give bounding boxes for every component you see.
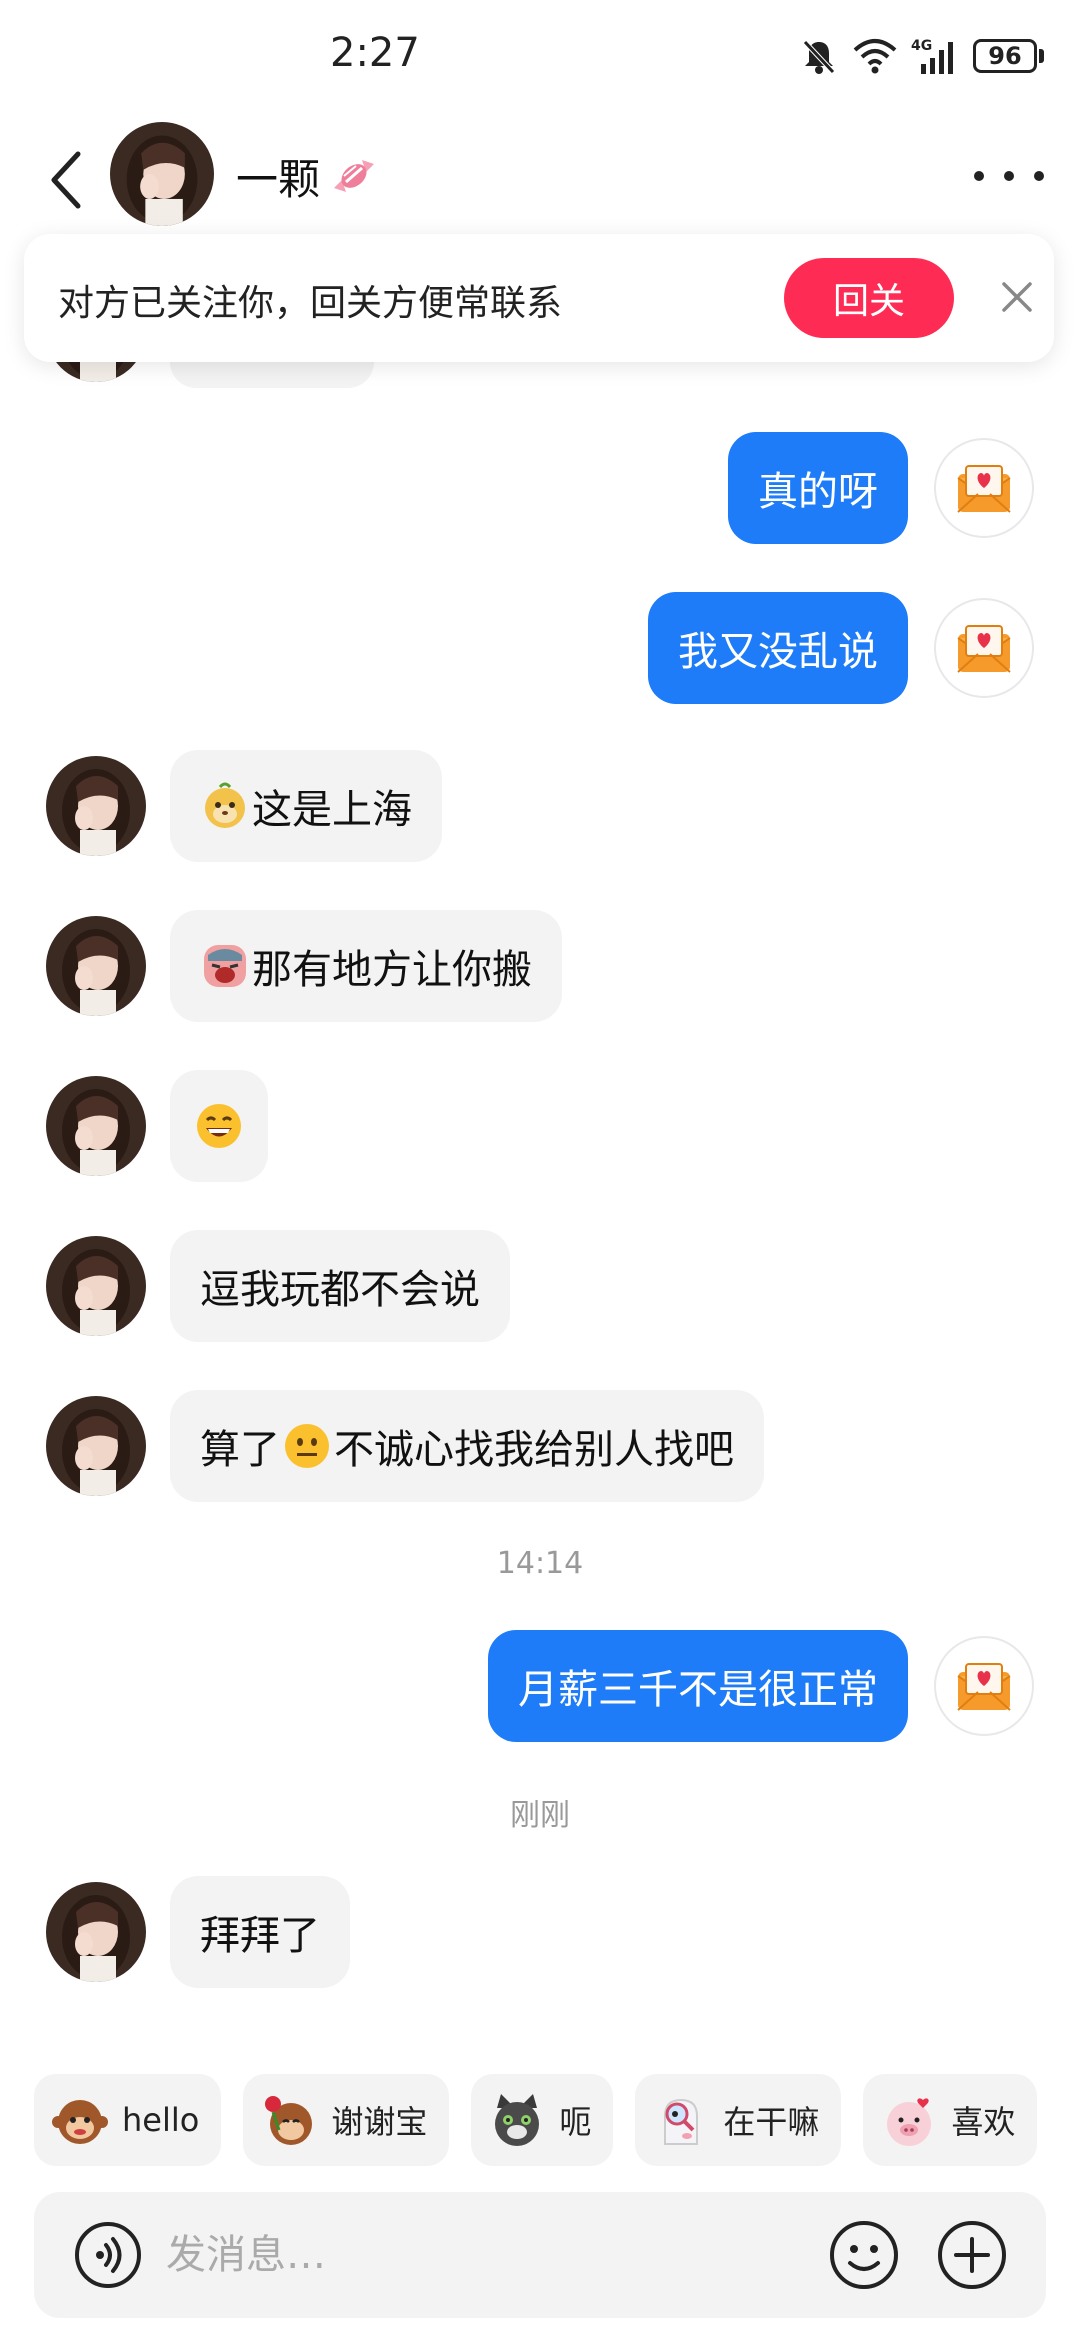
wifi-icon [853,39,897,74]
grinning-face-icon [197,1104,241,1148]
quick-reply-label: hello [122,2101,200,2139]
dot-icon [1004,171,1014,181]
chevron-left-icon [51,151,81,209]
neutral-face-icon [285,1424,329,1468]
back-button[interactable] [40,145,90,215]
quick-reply-chip[interactable]: 呃 [471,2074,614,2166]
monkey-rose-icon [265,2096,313,2145]
voice-input-icon[interactable] [74,2221,142,2289]
quick-reply-chip[interactable]: hello [34,2074,222,2166]
love-letter-icon[interactable] [934,438,1034,538]
meerkat-sticker-icon [205,782,245,828]
message-bubble-incoming[interactable]: 算了 不诚心找我给别人找吧 [170,1390,764,1502]
message-text: 不诚心找我给别人找吧 [334,1427,734,1473]
chat-header: 一颗 [0,110,1080,240]
mute-bell-icon [803,40,835,74]
emoji-picker-icon[interactable] [828,2219,900,2291]
timestamp: 刚刚 [510,1798,570,1833]
contact-name-text: 一颗 [236,155,321,204]
contact-avatar[interactable] [46,1076,146,1176]
status-time: 2:27 [330,30,420,76]
love-letter-icon[interactable] [934,1636,1034,1736]
contact-avatar[interactable] [46,1236,146,1336]
dot-icon [974,171,984,181]
message-bubble-outgoing[interactable]: 月薪三千不是很正常 [488,1630,908,1742]
quick-reply-label: 呃 [559,2103,592,2141]
message-input[interactable] [166,2222,806,2288]
quick-reply-chip[interactable]: 喜欢 [863,2074,1038,2166]
candy-icon [334,159,375,192]
monkey-wave-icon [52,2100,108,2144]
message-input-bar [34,2192,1046,2318]
follow-banner-text: 对方已关注你，回关方便常联系 [58,283,563,324]
contact-avatar[interactable] [46,1396,146,1496]
quick-reply-label: 喜欢 [951,2103,1016,2141]
more-options-button[interactable] [974,156,1044,196]
message-text: 算了 [200,1427,280,1473]
quick-reply-label: 在干嘛 [723,2103,820,2141]
contact-avatar[interactable] [46,756,146,856]
message-bubble-incoming[interactable]: 这是上海 [170,750,442,862]
message-bubble-incoming[interactable]: 那有地方让你搬 [170,910,562,1022]
svg-text:4G: 4G [911,38,932,54]
close-icon[interactable] [994,274,1040,320]
message-bubble-outgoing[interactable]: 真的呀 [728,432,908,544]
message-text: 月薪三千不是很正常 [518,1667,878,1713]
pig-heart-icon [887,2098,932,2146]
follow-back-button[interactable]: 回关 [784,258,954,338]
status-bar: 2:27 4G 96 [0,0,1080,110]
cat-icon [495,2094,540,2146]
message-text: 逗我玩都不会说 [200,1267,480,1313]
quick-reply-label: 谢谢宝 [331,2103,428,2141]
message-text: 拜拜了 [200,1913,320,1959]
message-bubble-outgoing[interactable]: 我又没乱说 [648,592,908,704]
dot-icon [1034,171,1044,181]
plus-icon[interactable] [936,2219,1008,2291]
quick-reply-chip[interactable]: 谢谢宝 [243,2074,450,2166]
love-letter-icon[interactable] [934,598,1034,698]
timestamp: 14:14 [496,1546,584,1581]
contact-avatar[interactable] [46,916,146,1016]
contact-name[interactable]: 一颗 [236,146,380,207]
header-avatar[interactable] [110,122,214,226]
battery-level: 96 [973,39,1037,73]
message-text: 真的呀 [758,469,878,515]
message-text: 那有地方让你搬 [252,947,532,993]
message-bubble-incoming[interactable] [170,1070,268,1182]
crying-face-icon [204,945,246,987]
follow-back-banner: 对方已关注你，回关方便常联系 回关 [24,234,1054,362]
message-bubble-incoming[interactable]: 拜拜了 [170,1876,350,1988]
cellular-signal-icon: 4G [911,38,953,74]
quick-reply-chip[interactable]: 在干嘛 [635,2074,842,2166]
quick-reply-row: hello 谢谢宝 呃 在干嘛 喜欢 [34,2074,1038,2166]
message-text: 我又没乱说 [678,629,878,675]
contact-avatar[interactable] [46,1882,146,1982]
message-text: 这是上海 [252,787,412,833]
magnifier-ghost-icon [664,2098,699,2145]
battery-icon: 96 [973,39,1044,73]
message-bubble-incoming[interactable]: 逗我玩都不会说 [170,1230,510,1342]
